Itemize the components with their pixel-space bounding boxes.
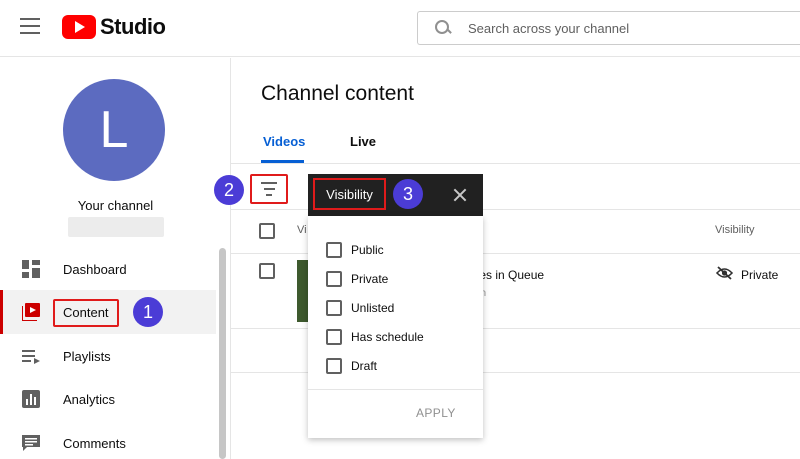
- filter-button[interactable]: [250, 174, 288, 204]
- avatar[interactable]: L: [63, 79, 165, 181]
- visibility-status[interactable]: Private: [741, 268, 778, 282]
- channel-name-redacted: [68, 217, 164, 237]
- sidebar-item-label: Dashboard: [63, 261, 127, 277]
- option-private[interactable]: Private: [326, 269, 388, 289]
- page-title: Channel content: [261, 82, 414, 105]
- apply-button[interactable]: APPLY: [416, 406, 456, 420]
- sidebar-item-analytics[interactable]: Analytics: [0, 377, 216, 421]
- checkbox[interactable]: [326, 358, 342, 374]
- row-checkbox[interactable]: [259, 263, 275, 279]
- top-header: Studio: [0, 0, 800, 57]
- sidebar-item-label: Comments: [63, 435, 126, 451]
- visibility-filter-title-text: Visibility: [326, 186, 373, 202]
- filter-icon: [261, 182, 277, 184]
- search-bar[interactable]: [417, 11, 800, 45]
- option-draft[interactable]: Draft: [326, 356, 377, 376]
- sidebar: L Your channel Dashboard Content Playlis…: [0, 58, 231, 459]
- option-unlisted[interactable]: Unlisted: [326, 298, 394, 318]
- search-input[interactable]: [468, 20, 768, 36]
- tab-live[interactable]: Live: [350, 134, 376, 149]
- checkbox[interactable]: [326, 329, 342, 345]
- step-badge-1: 1: [133, 297, 163, 327]
- divider: [231, 163, 800, 164]
- visibility-filter-menu: Public Private Unlisted Has schedule Dra…: [308, 216, 483, 438]
- playlists-icon: [22, 350, 40, 364]
- sidebar-item-playlists[interactable]: Playlists: [0, 334, 216, 378]
- column-header-video[interactable]: Vi: [297, 224, 307, 236]
- option-label: Draft: [351, 359, 378, 373]
- annotation-highlight-content: [53, 299, 119, 327]
- sidebar-item-label: Analytics: [63, 391, 116, 407]
- dashboard-icon: [22, 260, 40, 278]
- eye-off-icon: [716, 266, 733, 280]
- option-label: Unlisted: [351, 301, 395, 315]
- option-label: Private: [351, 272, 389, 286]
- sidebar-scrollbar[interactable]: [219, 248, 226, 459]
- step-badge-2: 2: [214, 175, 244, 205]
- checkbox[interactable]: [326, 242, 342, 258]
- comments-icon: [22, 435, 40, 451]
- sidebar-item-comments[interactable]: Comments: [0, 421, 216, 459]
- option-label: Has schedule: [351, 330, 424, 344]
- option-label: Public: [351, 243, 384, 257]
- logo-text: Studio: [100, 14, 166, 39]
- content-icon: [22, 303, 40, 321]
- checkbox[interactable]: [326, 300, 342, 316]
- visibility-filter-title[interactable]: Visibility: [313, 178, 386, 210]
- step-badge-3: 3: [393, 179, 423, 209]
- select-all-checkbox[interactable]: [259, 223, 275, 239]
- studio-logo[interactable]: Studio: [62, 14, 166, 40]
- option-public[interactable]: Public: [326, 240, 384, 260]
- youtube-logo-icon: [62, 15, 96, 39]
- menu-icon[interactable]: [20, 18, 40, 38]
- sidebar-item-dashboard[interactable]: Dashboard: [0, 247, 216, 291]
- tab-videos[interactable]: Videos: [263, 134, 305, 149]
- divider: [308, 389, 483, 390]
- close-icon[interactable]: [451, 186, 469, 204]
- analytics-icon: [22, 390, 40, 408]
- channel-label: Your channel: [77, 198, 154, 213]
- option-has-schedule[interactable]: Has schedule: [326, 327, 424, 347]
- column-header-visibility[interactable]: Visibility: [715, 224, 755, 236]
- sidebar-item-label: Playlists: [63, 348, 111, 364]
- search-icon: [434, 19, 452, 37]
- checkbox[interactable]: [326, 271, 342, 287]
